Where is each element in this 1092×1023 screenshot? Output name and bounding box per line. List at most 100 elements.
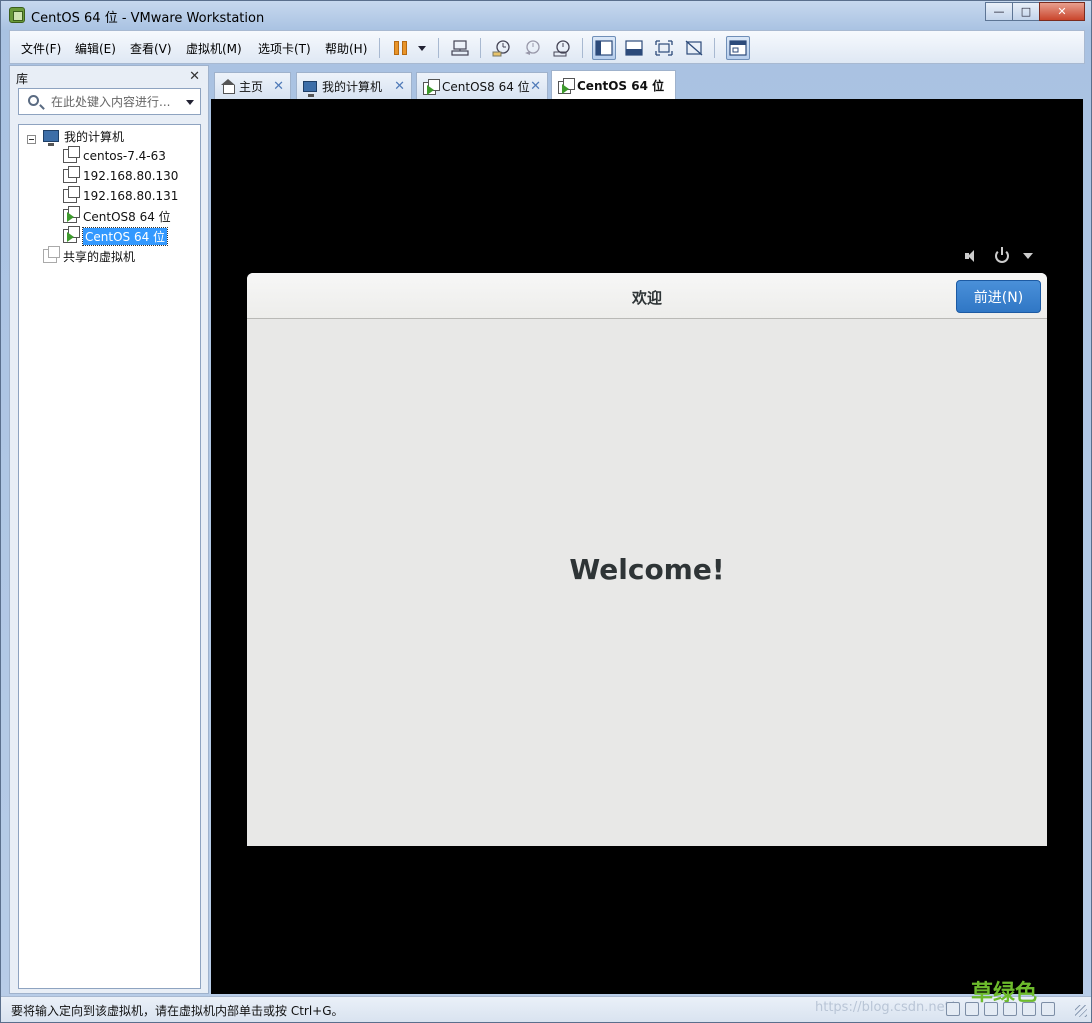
menu-view[interactable]: 查看(V) [130, 40, 172, 57]
tree-item-vm[interactable]: CentOS8 64 位 [63, 206, 171, 225]
library-close-button[interactable]: ✕ [189, 69, 200, 84]
tab-label: 主页 [239, 80, 264, 94]
revert-snapshot-button[interactable] [520, 36, 544, 60]
menu-toolbar: 文件(F) 编辑(E) 查看(V) 虚拟机(M) 选项卡(T) 帮助(H) [9, 30, 1085, 64]
menu-vm[interactable]: 虚拟机(M) [186, 40, 242, 57]
snapshot-icon [492, 40, 510, 57]
menu-edit[interactable]: 编辑(E) [75, 40, 116, 57]
search-icon [28, 95, 39, 106]
tab-home[interactable]: 主页 ✕ [214, 72, 291, 100]
tab-close-icon[interactable]: ✕ [273, 79, 284, 94]
tree-item-vm[interactable]: 192.168.80.131 [63, 186, 179, 205]
tree-item-label: centos-7.4-63 [83, 149, 166, 163]
computer-icon [303, 81, 317, 97]
tab-close-icon[interactable]: ✕ [530, 79, 541, 94]
revert-snapshot-icon [525, 40, 540, 55]
hard-disk-icon[interactable] [946, 1002, 960, 1016]
power-icon[interactable] [995, 247, 1009, 263]
sound-card-icon[interactable] [1022, 1002, 1036, 1016]
toolbar-separator [582, 38, 583, 58]
fullscreen-icon [655, 40, 673, 56]
watermark-text: https://blog.csdn.net/ [815, 1000, 955, 1015]
library-search[interactable] [18, 88, 201, 115]
dialog-header: 欢迎 前进(N) [247, 273, 1047, 319]
tree-item-label: CentOS8 64 位 [83, 209, 171, 224]
pause-icon [393, 41, 407, 55]
tree-collapse-icon[interactable] [27, 135, 36, 144]
toolbar-separator [714, 38, 715, 58]
chevron-down-icon [418, 45, 426, 51]
vmware-app-icon [9, 7, 25, 23]
menu-help[interactable]: 帮助(H) [325, 40, 367, 57]
tab-bar: 主页 ✕ 我的计算机 ✕ CentOS8 64 位 ✕ CentOS 64 位 [211, 69, 1083, 100]
tree-item-vm[interactable]: 192.168.80.130 [63, 166, 179, 185]
toolbar-separator [438, 38, 439, 58]
vm-icon [63, 166, 80, 183]
dialog-title: 欢迎 [631, 289, 662, 307]
cd-rom-icon[interactable] [965, 1002, 979, 1016]
usb-icon[interactable] [1003, 1002, 1017, 1016]
vmware-window: CentOS 64 位 - VMware Workstation — □ ✕ 文… [0, 0, 1092, 1023]
tab-my-computer[interactable]: 我的计算机 ✕ [296, 72, 412, 100]
tree-item-label: 192.168.80.131 [83, 189, 179, 203]
home-icon [221, 78, 235, 94]
initial-setup-dialog: 欢迎 前进(N) Welcome! [247, 273, 1047, 846]
thumbnail-bar-button[interactable] [726, 36, 750, 60]
library-sidebar: 库 ✕ 我的计算机 centos-7.4-63 192.168.80.130 [9, 65, 209, 994]
guest-top-bar [965, 247, 1033, 263]
fullscreen-button[interactable] [652, 36, 676, 60]
tree-item-label: 我的计算机 [64, 129, 125, 144]
tree-item-vm-selected[interactable]: CentOS 64 位 [63, 226, 169, 246]
tree-item-label: 共享的虚拟机 [63, 249, 136, 264]
snapshot-button[interactable] [490, 36, 514, 60]
tree-item-vm[interactable]: centos-7.4-63 [63, 146, 166, 165]
resize-grip-icon[interactable] [1075, 1005, 1087, 1017]
next-button[interactable]: 前进(N) [956, 280, 1041, 313]
shared-vm-icon [43, 246, 60, 263]
volume-icon[interactable] [965, 249, 981, 263]
display-icon[interactable] [1041, 1002, 1055, 1016]
tree-item-label: 192.168.80.130 [83, 169, 179, 183]
tab-centos-active[interactable]: CentOS 64 位 [551, 70, 676, 100]
library-view-button[interactable] [592, 36, 616, 60]
menu-file[interactable]: 文件(F) [21, 40, 61, 57]
running-vm-icon [558, 77, 575, 94]
send-ctrl-alt-del-icon [451, 40, 469, 56]
minimize-button[interactable]: — [985, 2, 1013, 21]
vm-icon [63, 146, 80, 163]
vm-icon [63, 186, 80, 203]
library-view-icon [595, 40, 613, 56]
tab-label: 我的计算机 [322, 80, 383, 94]
system-menu-chevron-icon[interactable] [1023, 253, 1033, 259]
vm-console[interactable]: 欢迎 前进(N) Welcome! [211, 99, 1083, 994]
title-bar[interactable]: CentOS 64 位 - VMware Workstation — □ ✕ [1, 1, 1091, 29]
snapshot-manager-button[interactable] [550, 36, 574, 60]
close-button[interactable]: ✕ [1039, 2, 1085, 21]
snapshot-manager-icon [553, 40, 570, 57]
pause-dropdown[interactable] [410, 36, 434, 60]
tree-item-shared-vms[interactable]: 共享的虚拟机 [43, 246, 136, 265]
console-view-icon [625, 40, 643, 56]
console-view-button[interactable] [622, 36, 646, 60]
tree-item-my-computer[interactable]: 我的计算机 [43, 127, 125, 146]
search-dropdown-chevron-icon[interactable] [186, 100, 194, 105]
status-bar: 要将输入定向到该虚拟机，请在虚拟机内部单击或按 Ctrl+G。 https://… [1, 981, 1091, 1022]
tab-close-icon[interactable]: ✕ [394, 79, 405, 94]
running-vm-icon [63, 226, 80, 243]
running-vm-icon [63, 206, 80, 223]
unity-button[interactable] [682, 36, 706, 60]
toolbar-separator [480, 38, 481, 58]
menu-tabs[interactable]: 选项卡(T) [258, 40, 311, 57]
library-search-input[interactable] [51, 93, 181, 111]
library-title: 库 [16, 72, 29, 86]
tab-label: CentOS 64 位 [577, 79, 665, 93]
pause-button[interactable] [388, 36, 412, 60]
thumbnail-icon [729, 40, 747, 56]
status-message: 要将输入定向到该虚拟机，请在虚拟机内部单击或按 Ctrl+G。 [11, 1004, 344, 1018]
vm-tree: 我的计算机 centos-7.4-63 192.168.80.130 192.1… [18, 124, 201, 989]
send-ctrl-alt-del-button[interactable] [448, 36, 472, 60]
tab-centos8[interactable]: CentOS8 64 位 ✕ [416, 72, 548, 100]
network-adapter-icon[interactable] [984, 1002, 998, 1016]
welcome-heading: Welcome! [569, 553, 725, 586]
maximize-button[interactable]: □ [1012, 2, 1040, 21]
